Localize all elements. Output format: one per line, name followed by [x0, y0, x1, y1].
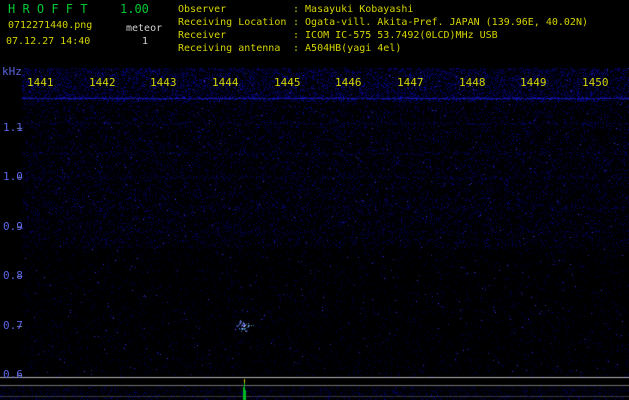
time-tick-label: 1441 — [27, 76, 54, 89]
info-value: A504HB(yagi 4el) — [305, 43, 402, 54]
time-tick-label: 1447 — [397, 76, 424, 89]
info-separator: : — [293, 4, 300, 15]
info-label: Observer — [178, 4, 227, 15]
time-tick-label: 1442 — [89, 76, 116, 89]
spectrogram-canvas — [0, 0, 629, 400]
info-row-location: Receiving Location: Ogata-vill. Akita-Pre… — [178, 16, 588, 29]
freq-tick-label: 1.1 — [3, 121, 23, 134]
info-separator: : — [293, 17, 300, 28]
freq-tick-label: 0.6 — [3, 368, 23, 381]
info-label: Receiver — [178, 30, 227, 41]
info-separator: : — [293, 43, 300, 54]
time-tick-label: 1450 — [582, 76, 609, 89]
freq-axis-unit: kHz — [2, 65, 22, 78]
time-tick-label: 1443 — [150, 76, 177, 89]
mode-label: meteor — [126, 23, 163, 34]
output-filename: 0712271440.png — [8, 20, 93, 31]
freq-tick-label: 0.9 — [3, 220, 23, 233]
time-tick-label: 1449 — [520, 76, 547, 89]
app-version: 1.00 — [120, 2, 149, 16]
info-label: Receiving Location — [178, 17, 287, 28]
time-tick-label: 1448 — [459, 76, 486, 89]
info-row-observer: Observer: Masayuki Kobayashi — [178, 3, 588, 16]
time-tick-label: 1445 — [274, 76, 301, 89]
freq-tick-label: 0.7 — [3, 319, 23, 332]
freq-tick-label: 0.8 — [3, 269, 23, 282]
info-value: Ogata-vill. Akita-Pref. JAPAN (139.96E, … — [305, 17, 588, 28]
info-value: ICOM IC-575 53.7492(0LCD)MHz USB — [305, 30, 498, 41]
info-row-antenna: Receiving antenna: A504HB(yagi 4el) — [178, 42, 588, 55]
freq-tick-label: 1.0 — [3, 170, 23, 183]
app-title: H R O F F T — [8, 2, 88, 16]
info-label: Receiving antenna — [178, 43, 281, 54]
info-value: Masayuki Kobayashi — [305, 4, 414, 15]
info-row-receiver: Receiver: ICOM IC-575 53.7492(0LCD)MHz US… — [178, 29, 588, 42]
hrofft-screen: H R O F F T 1.00 0712271440.png meteor 1… — [0, 0, 629, 400]
meteor-count: 1 — [142, 36, 149, 47]
info-separator: : — [293, 30, 300, 41]
time-tick-label: 1446 — [335, 76, 362, 89]
time-tick-label: 1444 — [212, 76, 239, 89]
datetime-label: 07.12.27 14:40 — [6, 36, 91, 47]
station-info: Observer: Masayuki Kobayashi Receiving Lo… — [178, 3, 588, 55]
